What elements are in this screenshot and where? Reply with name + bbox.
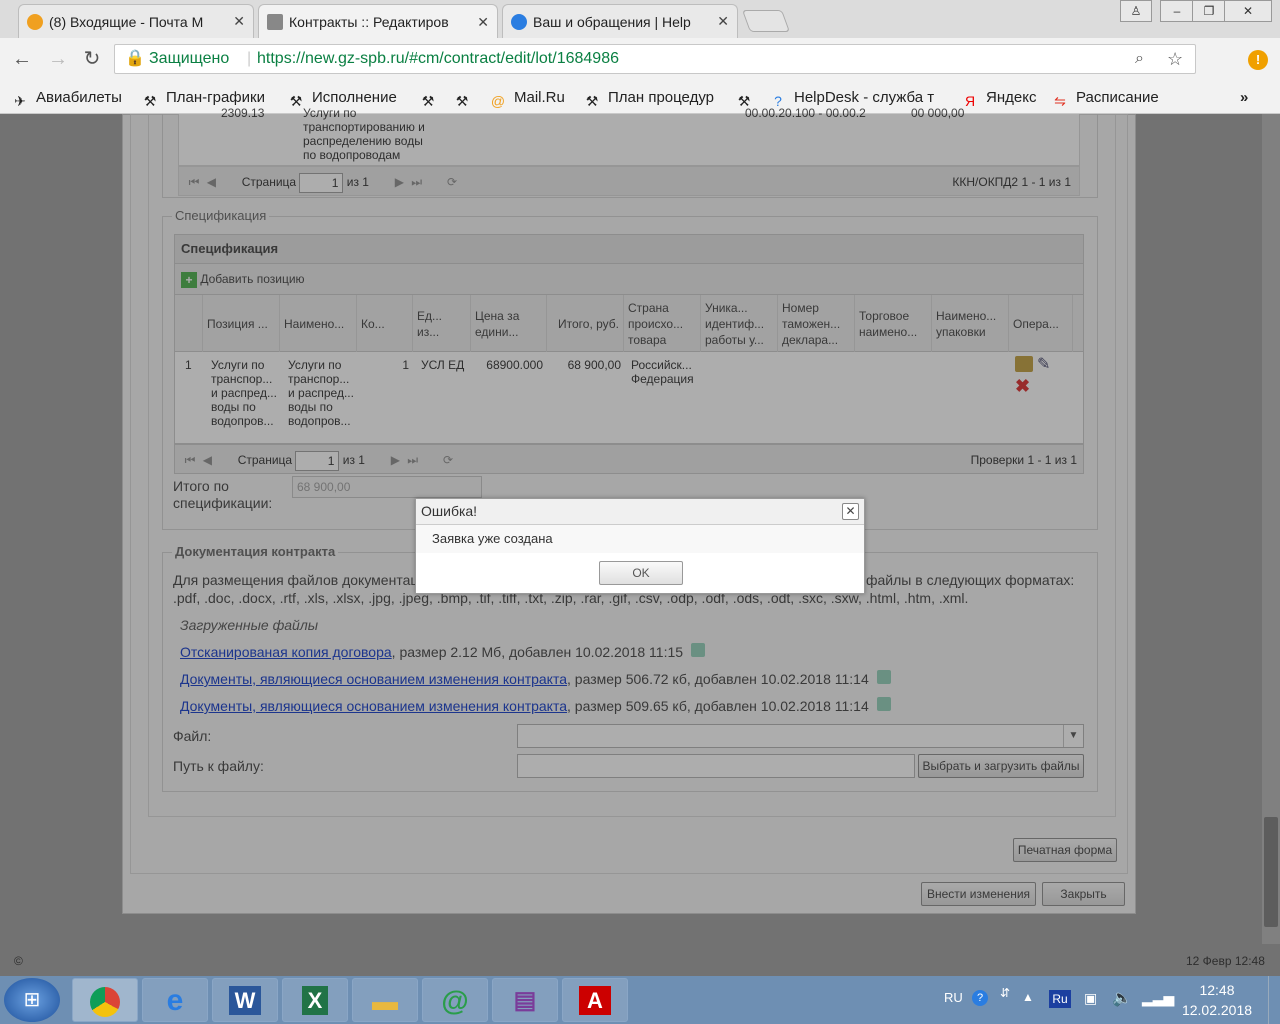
- yandex-icon: Я: [964, 93, 976, 110]
- bookmark-yandex[interactable]: Я Яндекс: [960, 86, 1037, 110]
- gavel-icon: ⚒: [455, 93, 469, 110]
- taskbar: ⊞ e W X ▬ @ ▤ A RU ? ⇵ ▲ Ru ▣ 🔈 ▂▃▅ 12:4…: [0, 976, 1280, 1024]
- clock-date[interactable]: 12.02.2018: [1176, 1002, 1258, 1018]
- show-desktop-button[interactable]: [1268, 976, 1280, 1024]
- bookmark-label: Расписание: [1076, 89, 1159, 106]
- ie-taskbar-icon[interactable]: e: [142, 978, 208, 1022]
- url-text[interactable]: https://new.gz-spb.ru/#cm/contract/edit/…: [257, 45, 619, 73]
- dialog-message: Заявка уже создана: [432, 531, 553, 546]
- bookmark-label: Исполнение: [312, 89, 397, 106]
- close-icon[interactable]: ✕: [233, 13, 245, 30]
- bookmark-aviabilety[interactable]: ✈ Авиабилеты: [10, 86, 122, 110]
- volume-icon[interactable]: 🔈: [1112, 988, 1132, 1008]
- clock-time[interactable]: 12:48: [1182, 982, 1252, 998]
- bookmark-label: План процедур: [608, 89, 714, 106]
- dialog-body: Заявка уже создана: [416, 525, 864, 553]
- gavel-icon: [267, 14, 283, 30]
- tab-title: (8) Входящие - Почта М: [49, 13, 204, 30]
- tab-strip: (8) Входящие - Почта М ✕ Контракты :: Ре…: [0, 0, 1280, 39]
- gavel-icon: ⚒: [737, 93, 751, 110]
- forward-icon[interactable]: →: [44, 46, 72, 74]
- search-icon[interactable]: ⌕: [1135, 45, 1144, 73]
- chrome-taskbar-icon[interactable]: [72, 978, 138, 1022]
- omnibar: ← → ↻ 🔒 Защищено | https://new.gz-spb.ru…: [0, 38, 1280, 82]
- schedule-icon: ⇋: [1054, 93, 1066, 110]
- bookmarks-overflow[interactable]: »: [1240, 86, 1248, 110]
- gavel-icon: ⚒: [143, 93, 157, 110]
- signal-icon[interactable]: ▂▃▅: [1142, 990, 1174, 1007]
- close-icon[interactable]: ✕: [477, 14, 489, 31]
- tab-helpdesk[interactable]: Ваш и обращения | Help ✕: [502, 4, 738, 38]
- ime-indicator[interactable]: Ru: [1049, 990, 1071, 1008]
- ok-button[interactable]: OK: [599, 561, 683, 585]
- bookmark-label: Авиабилеты: [36, 89, 122, 106]
- help-icon[interactable]: ?: [972, 990, 988, 1006]
- reload-icon[interactable]: ↻: [78, 46, 106, 74]
- separator: |: [247, 50, 252, 67]
- bookmark-mailru[interactable]: @ Mail.Ru: [488, 86, 565, 110]
- word-taskbar-icon[interactable]: W: [212, 978, 278, 1022]
- bookmark-label: HelpDesk - служба т: [794, 89, 935, 106]
- secure-label: Защищено: [149, 50, 230, 67]
- close-window-button[interactable]: ✕: [1224, 0, 1272, 22]
- alert-icon[interactable]: !: [1248, 50, 1268, 70]
- gavel-icon: ⚒: [421, 93, 435, 110]
- tray-settings-icon[interactable]: ⇵: [1000, 986, 1010, 1000]
- new-tab-button[interactable]: [741, 10, 791, 32]
- bookmark-raspisanie[interactable]: ⇋ Расписание: [1050, 86, 1159, 110]
- acrobat-taskbar-icon[interactable]: A: [562, 978, 628, 1022]
- bookmark-label: План-графики: [166, 89, 265, 106]
- tab-title: Ваш и обращения | Help: [533, 13, 691, 30]
- bookmark-label: Mail.Ru: [514, 89, 565, 106]
- minimize-button[interactable]: –: [1160, 0, 1194, 22]
- back-icon[interactable]: ←: [8, 46, 36, 74]
- language-indicator[interactable]: RU: [944, 990, 963, 1005]
- winrar-taskbar-icon[interactable]: ▤: [492, 978, 558, 1022]
- user-icon[interactable]: ♙: [1120, 0, 1152, 22]
- start-button[interactable]: ⊞: [4, 978, 60, 1022]
- star-icon[interactable]: ☆: [1167, 45, 1183, 73]
- error-dialog: Ошибка! ✕ Заявка уже создана OK: [415, 498, 865, 594]
- plane-icon: ✈: [14, 93, 26, 110]
- bookmarks-bar: ✈ Авиабилеты ⚒ План-графики ⚒ Исполнение ⚒ …: [0, 82, 1280, 114]
- mail-icon: [27, 13, 43, 30]
- tab-mail[interactable]: (8) Входящие - Почта М ✕: [18, 4, 254, 38]
- dialog-title: Ошибка!: [421, 503, 478, 519]
- close-icon[interactable]: ✕: [717, 13, 729, 30]
- gavel-icon: ⚒: [289, 93, 303, 110]
- folder-taskbar-icon[interactable]: ▬: [352, 978, 418, 1022]
- restore-button[interactable]: ❐: [1192, 0, 1226, 22]
- help-icon: [511, 13, 527, 30]
- tab-title: Контракты :: Редактиров: [289, 14, 449, 30]
- network-icon[interactable]: ▣: [1084, 990, 1097, 1007]
- lock-icon: 🔒: [125, 50, 145, 67]
- mail-icon: @: [490, 93, 506, 110]
- mailru-taskbar-icon[interactable]: @: [422, 978, 488, 1022]
- help-icon: ?: [774, 93, 782, 110]
- tray-expand-icon[interactable]: ▲: [1022, 990, 1034, 1004]
- address-bar[interactable]: 🔒 Защищено | https://new.gz-spb.ru/#cm/c…: [114, 44, 1196, 74]
- bookmark-plan-procedur[interactable]: ⚒ План процедур: [582, 86, 714, 110]
- bookmark-label: Яндекс: [986, 89, 1037, 106]
- excel-taskbar-icon[interactable]: X: [282, 978, 348, 1022]
- gavel-icon: ⚒: [585, 93, 599, 110]
- close-icon[interactable]: ✕: [842, 503, 859, 520]
- bookmark-gavel-b[interactable]: ⚒: [452, 86, 478, 110]
- dialog-titlebar: Ошибка! ✕: [416, 499, 864, 525]
- tab-contracts[interactable]: Контракты :: Редактиров ✕: [258, 4, 498, 39]
